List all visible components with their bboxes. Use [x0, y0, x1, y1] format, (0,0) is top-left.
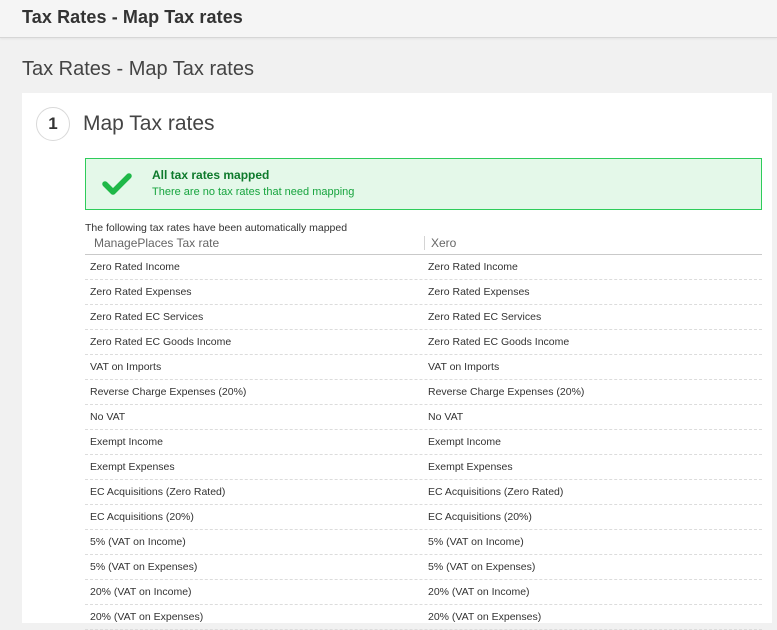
- xero-tax-rate-cell: Exempt Income: [428, 436, 501, 448]
- alert-title: All tax rates mapped: [152, 168, 270, 182]
- manageplaces-tax-rate-cell: Zero Rated EC Services: [90, 311, 204, 323]
- table-row: Zero Rated Expenses Zero Rated Expenses: [85, 280, 762, 305]
- manageplaces-tax-rate-cell: Reverse Charge Expenses (20%): [90, 386, 247, 398]
- table-row: 20% (VAT on Expenses) 20% (VAT on Expense…: [85, 605, 762, 630]
- top-bar-title: Tax Rates - Map Tax rates: [22, 7, 243, 27]
- column-divider: [424, 236, 425, 250]
- page-heading: Tax Rates - Map Tax rates: [22, 58, 254, 80]
- step-number-badge: 1: [36, 107, 70, 141]
- manageplaces-tax-rate-cell: 20% (VAT on Expenses): [90, 611, 204, 623]
- alert-subtitle: There are no tax rates that need mapping: [152, 186, 355, 198]
- tax-rate-mapping-table: ManagePlaces Tax rate Xero Zero Rated In…: [85, 234, 762, 630]
- manageplaces-tax-rate-cell: Zero Rated Income: [90, 261, 180, 273]
- table-header: ManagePlaces Tax rate Xero: [85, 234, 762, 255]
- xero-tax-rate-cell: 20% (VAT on Expenses): [428, 611, 542, 623]
- mapping-intro-text: The following tax rates have been automa…: [85, 222, 348, 234]
- table-row: EC Acquisitions (20%) EC Acquisitions (20…: [85, 505, 762, 530]
- xero-tax-rate-cell: EC Acquisitions (20%): [428, 511, 532, 523]
- checkmark-icon: [102, 173, 132, 195]
- manageplaces-tax-rate-cell: VAT on Imports: [90, 361, 162, 373]
- manageplaces-tax-rate-cell: Zero Rated EC Goods Income: [90, 336, 232, 348]
- table-row: VAT on Imports VAT on Imports: [85, 355, 762, 380]
- top-bar: Tax Rates - Map Tax rates: [0, 0, 777, 38]
- table-row: Zero Rated Income Zero Rated Income: [85, 255, 762, 280]
- xero-tax-rate-cell: VAT on Imports: [428, 361, 500, 373]
- manageplaces-tax-rate-cell: 20% (VAT on Income): [90, 586, 192, 598]
- xero-tax-rate-cell: Exempt Expenses: [428, 461, 513, 473]
- table-row: Zero Rated EC Services Zero Rated EC Serv…: [85, 305, 762, 330]
- xero-tax-rate-cell: Zero Rated Expenses: [428, 286, 530, 298]
- table-row: EC Acquisitions (Zero Rated) EC Acquisiti…: [85, 480, 762, 505]
- xero-tax-rate-cell: Reverse Charge Expenses (20%): [428, 386, 585, 398]
- table-row: Exempt Expenses Exempt Expenses: [85, 455, 762, 480]
- xero-tax-rate-cell: 5% (VAT on Income): [428, 536, 524, 548]
- table-row: Exempt Income Exempt Income: [85, 430, 762, 455]
- table-row: Zero Rated EC Goods Income Zero Rated EC …: [85, 330, 762, 355]
- success-alert: All tax rates mapped There are no tax ra…: [85, 158, 762, 210]
- step-card: 1 Map Tax rates All tax rates mapped The…: [22, 93, 772, 630]
- table-row: No VAT No VAT: [85, 405, 762, 430]
- xero-tax-rate-cell: No VAT: [428, 411, 464, 423]
- manageplaces-tax-rate-cell: EC Acquisitions (Zero Rated): [90, 486, 226, 498]
- manageplaces-tax-rate-cell: No VAT: [90, 411, 126, 423]
- xero-tax-rate-cell: Zero Rated EC Services: [428, 311, 542, 323]
- manageplaces-tax-rate-cell: Exempt Expenses: [90, 461, 175, 473]
- table-row: 5% (VAT on Income) 5% (VAT on Income): [85, 530, 762, 555]
- xero-tax-rate-cell: EC Acquisitions (Zero Rated): [428, 486, 564, 498]
- table-body: Zero Rated Income Zero Rated Income Zero R…: [85, 255, 762, 630]
- step-title: Map Tax rates: [83, 112, 215, 135]
- manageplaces-tax-rate-cell: 5% (VAT on Expenses): [90, 561, 198, 573]
- column-header-manageplaces: ManagePlaces Tax rate: [94, 236, 220, 250]
- xero-tax-rate-cell: 20% (VAT on Income): [428, 586, 530, 598]
- table-row: Reverse Charge Expenses (20%) Reverse Cha…: [85, 380, 762, 405]
- manageplaces-tax-rate-cell: EC Acquisitions (20%): [90, 511, 194, 523]
- table-row: 5% (VAT on Expenses) 5% (VAT on Expenses): [85, 555, 762, 580]
- column-header-xero: Xero: [431, 236, 457, 250]
- xero-tax-rate-cell: Zero Rated Income: [428, 261, 518, 273]
- manageplaces-tax-rate-cell: 5% (VAT on Income): [90, 536, 186, 548]
- table-row: 20% (VAT on Income) 20% (VAT on Income): [85, 580, 762, 605]
- xero-tax-rate-cell: Zero Rated EC Goods Income: [428, 336, 570, 348]
- xero-tax-rate-cell: 5% (VAT on Expenses): [428, 561, 536, 573]
- manageplaces-tax-rate-cell: Exempt Income: [90, 436, 163, 448]
- manageplaces-tax-rate-cell: Zero Rated Expenses: [90, 286, 192, 298]
